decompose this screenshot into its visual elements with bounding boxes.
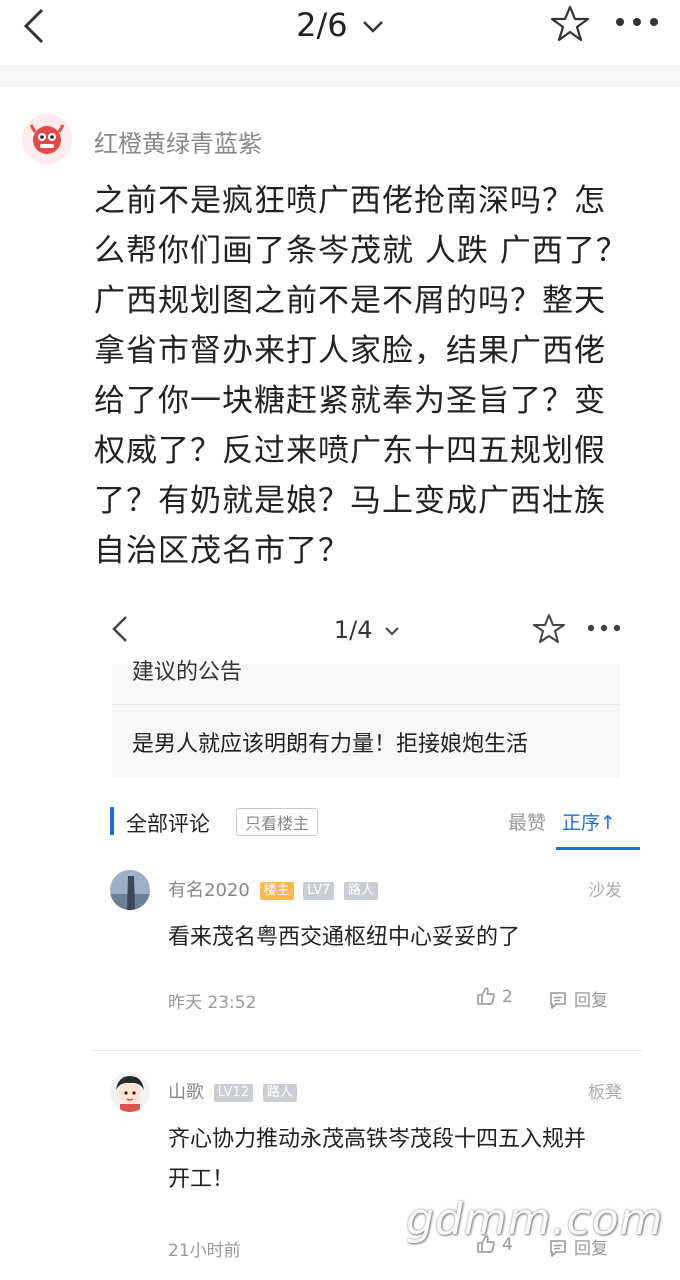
post-author: 红橙黄绿青蓝紫 bbox=[22, 114, 662, 164]
role-badge: 路人 bbox=[262, 1084, 297, 1102]
post-body: 之前不是疯狂喷广西佬抢南深吗？怎么帮你们画了条岑茂就 人跌 广西了？广西规划图之… bbox=[94, 183, 628, 569]
comment-text: 看来茂名粤西交通枢纽中心妥妥的了 bbox=[168, 925, 521, 950]
embedded-top-bar: 1/4 bbox=[92, 600, 642, 664]
commenter-name: 山歌 LV12 路人 bbox=[168, 1078, 297, 1104]
avatar[interactable] bbox=[22, 114, 72, 164]
watermark: gdmm.com bbox=[406, 1194, 664, 1245]
role-badge: 路人 bbox=[344, 882, 379, 900]
only-host-button: 只看楼主 bbox=[236, 808, 319, 836]
comments-label: 全部评论 bbox=[126, 812, 210, 836]
sort-underline bbox=[556, 847, 640, 850]
chevron-down-icon bbox=[362, 21, 383, 33]
notice-cut-text: 建议的公告 bbox=[132, 660, 243, 682]
star-icon[interactable] bbox=[550, 4, 590, 44]
accent-bar bbox=[110, 807, 114, 835]
commenter-name: 有名2020 楼主 LV7 路人 bbox=[168, 876, 379, 902]
avatar bbox=[110, 1072, 150, 1112]
commenter-name-text: 有名2020 bbox=[168, 880, 250, 901]
floor-label: 板凳 bbox=[588, 1083, 622, 1103]
notice-box: 建议的公告 是男人就应该明朗有力量！拒接娘炮生活 bbox=[112, 660, 620, 778]
avatar bbox=[110, 870, 150, 910]
author-name[interactable]: 红橙黄绿青蓝紫 bbox=[94, 124, 262, 159]
more-dots-icon[interactable] bbox=[614, 14, 660, 30]
more-dots-icon bbox=[587, 624, 621, 632]
page-indicator: 2/6 bbox=[296, 6, 348, 44]
top-bar: 2/6 bbox=[0, 0, 680, 66]
comment-time: 21小时前 bbox=[168, 1241, 241, 1261]
commenter-name-text: 山歌 bbox=[168, 1082, 204, 1103]
like-button: 2 bbox=[476, 986, 513, 1007]
section-divider bbox=[0, 66, 680, 86]
sort-order: 正序↑ bbox=[562, 812, 616, 834]
comment-divider bbox=[92, 1050, 642, 1051]
level-badge: LV7 bbox=[303, 882, 335, 900]
notice-item: 是男人就应该明朗有力量！拒接娘炮生活 bbox=[132, 732, 529, 757]
comment-item: 有名2020 楼主 LV7 路人 沙发 看来茂名粤西交通枢纽中心妥妥的了 昨天 … bbox=[110, 870, 622, 1020]
chevron-down-icon bbox=[385, 627, 399, 636]
comment-icon bbox=[550, 992, 566, 1009]
sort-by-likes: 最赞 bbox=[508, 812, 547, 834]
comments-header: 全部评论 只看楼主 最赞 正序↑ bbox=[110, 805, 640, 850]
star-icon bbox=[533, 614, 565, 643]
thumbs-up-icon bbox=[477, 987, 495, 1005]
notice-divider bbox=[112, 704, 620, 705]
comment-time: 昨天 23:52 bbox=[168, 993, 257, 1013]
reply-label: 回复 bbox=[574, 991, 608, 1011]
level-badge: LV12 bbox=[213, 1084, 253, 1102]
embedded-screenshot[interactable]: 1/4 建议的公告 是男人就应该明朗有力量！拒接娘炮生活 全部评论 只看楼主 最… bbox=[92, 600, 642, 1280]
comment-text: 齐心协力推动永茂高铁岑茂段十四五入规并开工！ bbox=[168, 1127, 587, 1192]
reply-button: 回复 bbox=[548, 986, 608, 1011]
embedded-page-label: 1/4 bbox=[333, 616, 373, 644]
floor-label: 沙发 bbox=[588, 881, 622, 901]
like-count: 2 bbox=[502, 987, 513, 1007]
host-badge: 楼主 bbox=[259, 882, 294, 900]
